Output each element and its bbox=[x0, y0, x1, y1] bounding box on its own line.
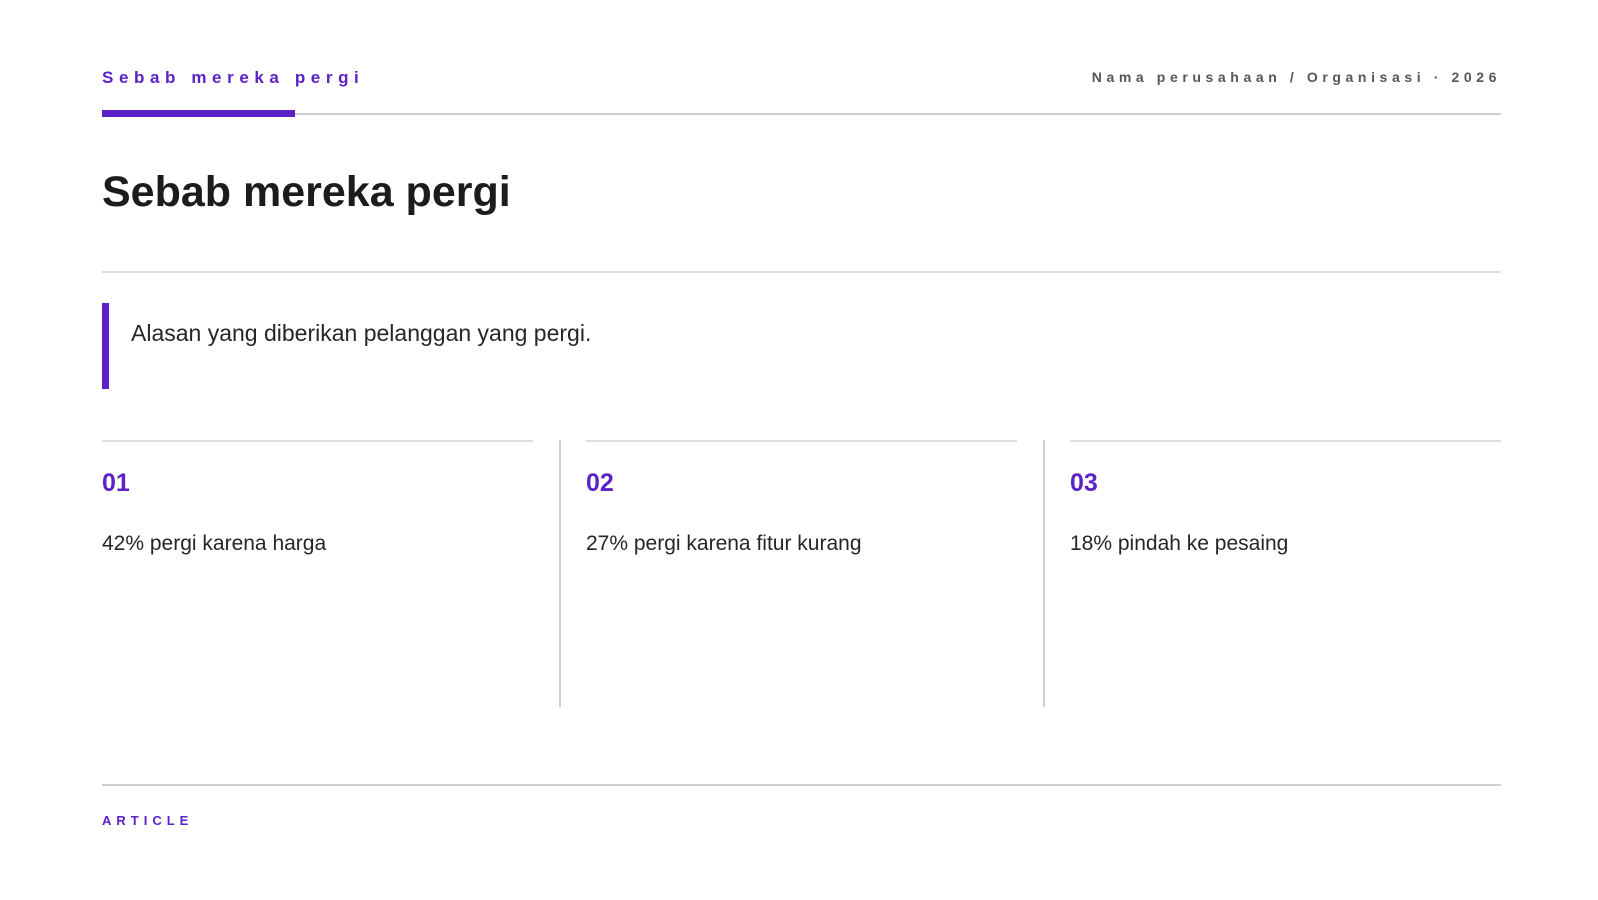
card-text: 42% pergi karena harga bbox=[102, 532, 327, 555]
card-number: 02 bbox=[586, 469, 614, 497]
column-divider bbox=[559, 440, 561, 707]
card-number: 01 bbox=[102, 469, 130, 497]
reason-card-1: 01 42% pergi karena harga bbox=[102, 440, 533, 707]
header-divider bbox=[102, 113, 1501, 115]
card-number: 03 bbox=[1070, 469, 1098, 497]
reason-card-3: 03 18% pindah ke pesaing bbox=[1070, 440, 1501, 707]
reason-card-2: 02 27% pergi karena fitur kurang bbox=[586, 440, 1017, 707]
footer-divider bbox=[102, 784, 1501, 786]
card-divider bbox=[102, 440, 533, 442]
header-row: Sebab mereka pergi Nama perusahaan / Org… bbox=[102, 68, 1501, 92]
section-kicker: Sebab mereka pergi bbox=[102, 68, 365, 87]
intro-quote: Alasan yang diberikan pelanggan yang per… bbox=[131, 320, 592, 346]
card-divider bbox=[1070, 440, 1501, 442]
card-divider bbox=[586, 440, 1017, 442]
title-divider bbox=[102, 271, 1501, 273]
header-accent-bar bbox=[102, 110, 295, 117]
footer-label: ARTICLE bbox=[102, 813, 194, 828]
column-divider bbox=[1043, 440, 1045, 707]
quote-accent-bar bbox=[102, 303, 109, 389]
organization-label: Nama perusahaan / Organisasi · 2026 bbox=[1091, 69, 1501, 85]
card-text: 27% pergi karena fitur kurang bbox=[586, 532, 862, 555]
card-text: 18% pindah ke pesaing bbox=[1070, 532, 1289, 555]
page-title: Sebab mereka pergi bbox=[102, 168, 511, 216]
